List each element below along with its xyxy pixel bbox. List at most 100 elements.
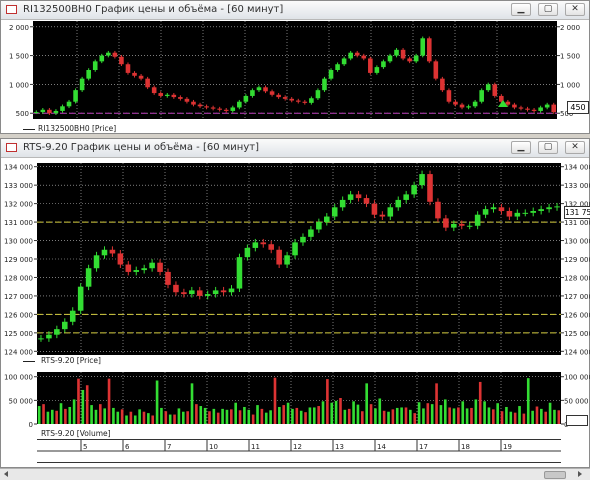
rts-price-candle (252, 242, 259, 248)
ri-price-candle (525, 108, 530, 110)
legend-line (23, 361, 35, 362)
ri-price-candle (433, 61, 439, 79)
rts-price-candle (220, 290, 227, 293)
close-button[interactable]: ✕ (565, 3, 585, 16)
rts-price-candle (204, 294, 211, 296)
y-tick-label: 1 500 (9, 53, 29, 61)
close-button[interactable]: ✕ (565, 141, 585, 154)
rts-price-candle (69, 310, 76, 322)
volume-bar (395, 407, 399, 424)
rts-chart-window[interactable]: RTS-9.20 График цены и объёма - [60 мину… (0, 138, 590, 468)
rts-price-candle (276, 249, 282, 265)
volume-bar (77, 378, 80, 424)
volume-bar (216, 412, 220, 424)
ri-price-candle (230, 107, 236, 111)
ri-price-candle (263, 87, 268, 92)
window-title: RI132500BH0 График цены и объёма - [60 м… (23, 4, 284, 15)
ri-price-candle (420, 38, 426, 56)
scroll-right-arrow-icon[interactable] (578, 471, 582, 477)
volume-bar (535, 406, 539, 424)
volume-value-box (566, 415, 588, 426)
y-tick-label: 2 000 (560, 24, 580, 32)
date-label: 12 (293, 443, 302, 451)
y-tick-label: 134 000 (4, 164, 33, 172)
horizontal-scrollbar[interactable] (0, 468, 590, 480)
volume-bar (129, 411, 133, 424)
volume-bar (199, 406, 203, 424)
rts-price-chart[interactable] (37, 163, 561, 355)
rts-price-candle (355, 194, 362, 199)
volume-bar (505, 406, 508, 424)
rts-volume-chart[interactable] (37, 372, 561, 424)
volume-bar (251, 414, 255, 424)
rts-price-candle (133, 270, 140, 272)
ri-price-candle (250, 90, 255, 96)
rts-price-candle (260, 242, 267, 245)
maximize-button[interactable]: ▢ (538, 141, 558, 154)
time-axis[interactable]: 5 6 7 10 11 12 13 14 17 18 19 (37, 439, 561, 463)
volume-bar (317, 406, 320, 424)
volume-bar (387, 411, 390, 424)
rts-price-candle (149, 262, 155, 269)
volume-bar (347, 408, 351, 424)
date-label: 17 (419, 443, 428, 451)
volume-bar (273, 377, 277, 424)
ri-price-candle (73, 90, 78, 102)
rts-price-candle (419, 174, 425, 186)
rts-price-candle (339, 199, 346, 208)
volume-bar (173, 414, 176, 424)
volume-bar (147, 413, 150, 424)
title-bar[interactable]: RI132500BH0 График цены и объёма - [60 м… (1, 1, 589, 20)
ri-price-candle (106, 52, 111, 56)
volume-bar (72, 399, 76, 424)
volume-bar (278, 406, 281, 424)
ri-price-candle (400, 49, 406, 59)
volume-bar (299, 410, 303, 424)
ri-price-candle (276, 94, 281, 98)
minimize-button[interactable]: ▁ (511, 3, 531, 16)
maximize-button[interactable]: ▢ (538, 3, 558, 16)
y-tick-label: 126 000 (564, 311, 590, 319)
ri-price-candle (374, 67, 380, 73)
ri-price-candle (66, 101, 72, 107)
ri-price-candle (47, 109, 52, 114)
rts-price-candle (77, 286, 84, 311)
ri-price-candle (387, 55, 393, 62)
volume-bar (361, 411, 364, 424)
y-tick-label: 125 000 (4, 330, 33, 338)
rts-price-candle (363, 198, 370, 204)
volume-bar (68, 406, 72, 424)
rts-price-candle (371, 203, 378, 215)
volume-bar (160, 407, 163, 424)
volume-bar (326, 379, 329, 424)
ri-price-candle (531, 109, 537, 111)
scroll-left-arrow-icon[interactable] (4, 471, 8, 477)
scrollbar-thumb[interactable] (544, 471, 566, 479)
rts-right-axis: 134 000133 000132 000131 000130 000129 0… (561, 164, 590, 356)
volume-bar (190, 383, 194, 424)
volume-bar (457, 407, 460, 424)
window-title: RTS-9.20 График цены и объёма - [60 мину… (23, 142, 259, 153)
rts-price-candle (54, 329, 60, 335)
y-tick-label: 0 (29, 421, 33, 429)
rts-price-candle (109, 249, 116, 254)
volume-left-axis: 100 000 50 000 0 (4, 374, 37, 429)
date-label: 10 (209, 443, 218, 451)
ri-price-candle (204, 106, 209, 108)
rts-price-candle (458, 223, 465, 226)
volume-bar (417, 402, 421, 424)
volume-bar (46, 411, 50, 424)
volume-bar (308, 407, 312, 424)
rts-price-candle (316, 222, 322, 230)
ri-chart-window[interactable]: RI132500BH0 График цены и объёма - [60 м… (0, 0, 590, 134)
volume-bar (37, 406, 41, 424)
minimize-button[interactable]: ▁ (511, 141, 531, 154)
ri-price-candle (243, 95, 249, 102)
volume-bar (243, 406, 246, 424)
ri-price-candle (99, 55, 105, 62)
date-label: 14 (377, 443, 386, 451)
title-bar[interactable]: RTS-9.20 График цены и объёма - [60 мину… (1, 139, 589, 158)
volume-bar (356, 404, 360, 424)
y-tick-label: 130 000 (564, 238, 590, 246)
ri-price-chart[interactable] (33, 21, 557, 119)
